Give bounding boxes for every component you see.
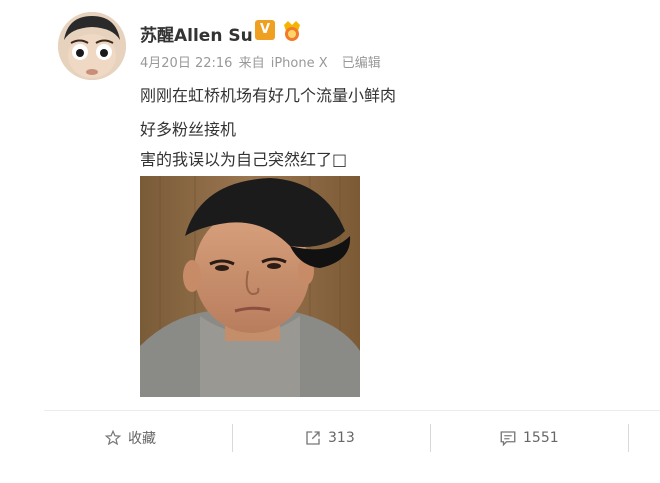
post-meta: 4月20日 22:16 来自 iPhone X 已编辑 xyxy=(140,52,383,71)
comment-icon xyxy=(500,431,516,447)
action-separator xyxy=(628,424,629,452)
post-photo[interactable] xyxy=(140,176,360,397)
star-icon xyxy=(104,429,122,446)
repost-icon xyxy=(306,431,320,445)
post-date[interactable]: 4月20日 22:16 xyxy=(140,56,232,71)
post-source-prefix: 来自 xyxy=(238,56,265,71)
author-name[interactable]: 苏醒Allen Su xyxy=(140,21,253,46)
favorite-button[interactable]: 收藏 xyxy=(104,428,156,448)
comment-count: 1551 xyxy=(523,430,559,446)
repost-count: 313 xyxy=(328,430,355,446)
action-separator xyxy=(430,424,431,452)
favorite-label: 收藏 xyxy=(128,431,156,447)
avatar[interactable] xyxy=(58,12,126,80)
post-text-line: 害的我误以为自己突然红了□ xyxy=(140,150,348,169)
action-separator xyxy=(232,424,233,452)
post-text-line: 刚刚在虹桥机场有好几个流量小鲜肉 xyxy=(140,86,397,105)
edited-label[interactable]: 已编辑 xyxy=(342,56,381,71)
repost-button[interactable]: 313 xyxy=(304,428,355,448)
comment-button[interactable]: 1551 xyxy=(499,428,559,448)
avatar-image xyxy=(58,12,126,80)
post-text-line: 好多粉丝接机 xyxy=(140,120,237,139)
post-source[interactable]: iPhone X xyxy=(271,56,328,71)
rank-badge-icon[interactable] xyxy=(280,18,304,42)
verified-v-icon: V xyxy=(255,20,275,40)
action-bar-divider xyxy=(44,410,660,411)
